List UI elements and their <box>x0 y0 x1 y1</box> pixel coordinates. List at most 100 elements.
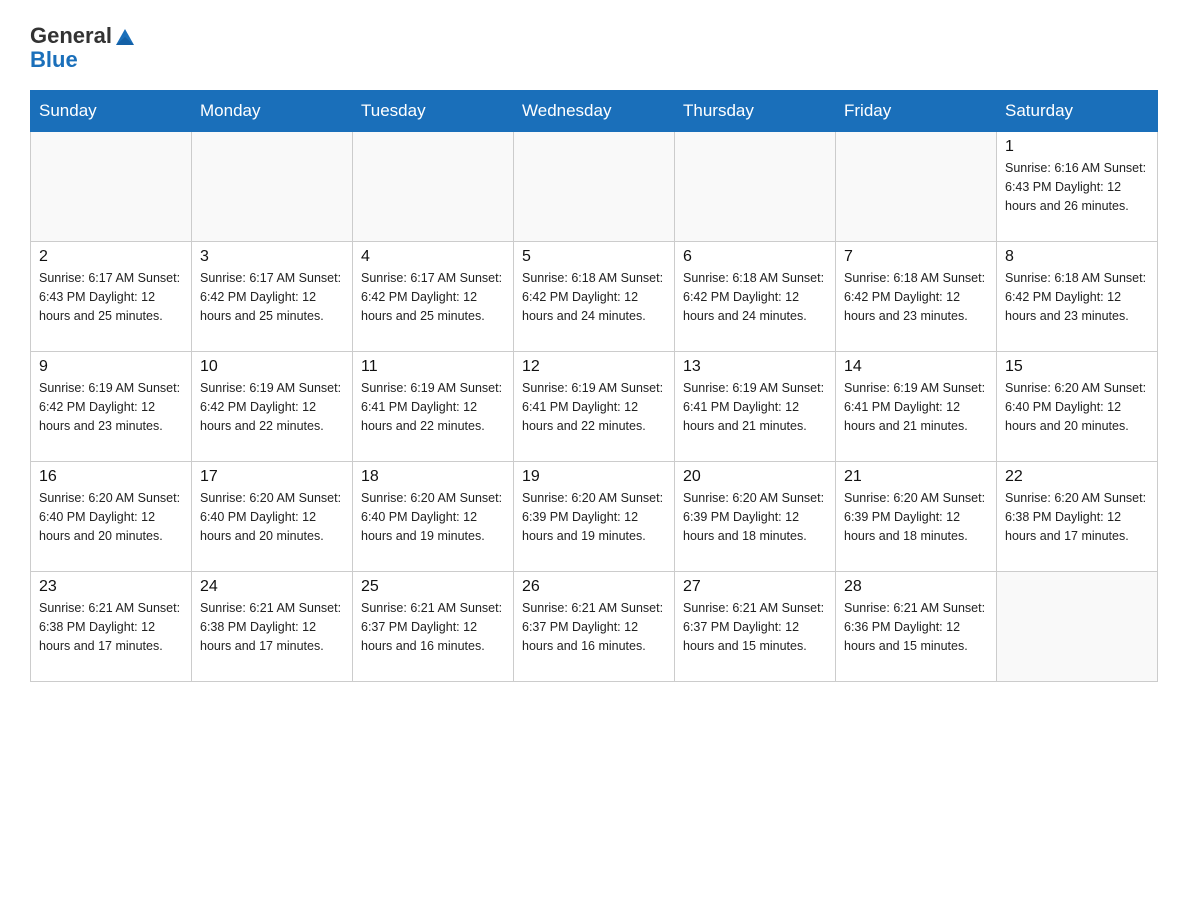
calendar-cell <box>836 132 997 242</box>
day-number: 16 <box>39 468 183 486</box>
calendar-cell: 3 Sunrise: 6:17 AM Sunset: 6:42 PM Daylig… <box>192 242 353 352</box>
weekday-header-wednesday: Wednesday <box>514 91 675 132</box>
calendar-cell: 8 Sunrise: 6:18 AM Sunset: 6:42 PM Daylig… <box>997 242 1158 352</box>
calendar-cell <box>514 132 675 242</box>
weekday-header-row: SundayMondayTuesdayWednesdayThursdayFrid… <box>31 91 1158 132</box>
day-info: Sunrise: 6:20 AM Sunset: 6:40 PM Dayligh… <box>1005 379 1149 435</box>
day-info: Sunrise: 6:21 AM Sunset: 6:36 PM Dayligh… <box>844 599 988 655</box>
calendar-cell: 16 Sunrise: 6:20 AM Sunset: 6:40 PM Dayli… <box>31 462 192 572</box>
day-info: Sunrise: 6:20 AM Sunset: 6:38 PM Dayligh… <box>1005 489 1149 545</box>
calendar-cell: 9 Sunrise: 6:19 AM Sunset: 6:42 PM Daylig… <box>31 352 192 462</box>
day-info: Sunrise: 6:20 AM Sunset: 6:40 PM Dayligh… <box>39 489 183 545</box>
day-number: 24 <box>200 578 344 596</box>
calendar-cell <box>997 572 1158 682</box>
calendar-cell: 1 Sunrise: 6:16 AM Sunset: 6:43 PM Daylig… <box>997 132 1158 242</box>
day-number: 1 <box>1005 138 1149 156</box>
calendar-cell <box>353 132 514 242</box>
calendar-cell: 22 Sunrise: 6:20 AM Sunset: 6:38 PM Dayli… <box>997 462 1158 572</box>
day-number: 17 <box>200 468 344 486</box>
calendar-cell: 4Sunrise: 6:17 AM Sunset: 6:42 PM Daylig… <box>353 242 514 352</box>
calendar-table: SundayMondayTuesdayWednesdayThursdayFrid… <box>30 90 1158 682</box>
calendar-cell: 10 Sunrise: 6:19 AM Sunset: 6:42 PM Dayli… <box>192 352 353 462</box>
calendar-cell <box>31 132 192 242</box>
weekday-header-thursday: Thursday <box>675 91 836 132</box>
day-info: Sunrise: 6:19 AM Sunset: 6:41 PM Dayligh… <box>361 379 505 435</box>
calendar-cell: 11 Sunrise: 6:19 AM Sunset: 6:41 PM Dayli… <box>353 352 514 462</box>
day-info: Sunrise: 6:19 AM Sunset: 6:42 PM Dayligh… <box>39 379 183 435</box>
day-info: Sunrise: 6:21 AM Sunset: 6:37 PM Dayligh… <box>361 599 505 655</box>
weekday-header-saturday: Saturday <box>997 91 1158 132</box>
weekday-header-sunday: Sunday <box>31 91 192 132</box>
calendar-cell <box>192 132 353 242</box>
week-row-5: 23 Sunrise: 6:21 AM Sunset: 6:38 PM Dayli… <box>31 572 1158 682</box>
day-number: 28 <box>844 578 988 596</box>
weekday-header-tuesday: Tuesday <box>353 91 514 132</box>
calendar-cell: 13 Sunrise: 6:19 AM Sunset: 6:41 PM Dayli… <box>675 352 836 462</box>
day-number: 15 <box>1005 358 1149 376</box>
logo-text-blue: Blue <box>30 48 136 72</box>
day-number: 26 <box>522 578 666 596</box>
day-number: 21 <box>844 468 988 486</box>
day-info: Sunrise: 6:18 AM Sunset: 6:42 PM Dayligh… <box>522 269 666 325</box>
day-number: 11 <box>361 358 505 376</box>
day-number: 25 <box>361 578 505 596</box>
day-info: Sunrise: 6:17 AM Sunset: 6:43 PM Dayligh… <box>39 269 183 325</box>
calendar-cell: 7 Sunrise: 6:18 AM Sunset: 6:42 PM Daylig… <box>836 242 997 352</box>
day-number: 7 <box>844 248 988 266</box>
day-info: Sunrise: 6:21 AM Sunset: 6:38 PM Dayligh… <box>39 599 183 655</box>
day-number: 6 <box>683 248 827 266</box>
day-info: Sunrise: 6:20 AM Sunset: 6:39 PM Dayligh… <box>683 489 827 545</box>
calendar-cell: 24 Sunrise: 6:21 AM Sunset: 6:38 PM Dayli… <box>192 572 353 682</box>
week-row-4: 16 Sunrise: 6:20 AM Sunset: 6:40 PM Dayli… <box>31 462 1158 572</box>
day-number: 23 <box>39 578 183 596</box>
day-info: Sunrise: 6:18 AM Sunset: 6:42 PM Dayligh… <box>683 269 827 325</box>
day-info: Sunrise: 6:18 AM Sunset: 6:42 PM Dayligh… <box>844 269 988 325</box>
page-header: General Blue <box>30 24 1158 72</box>
day-number: 9 <box>39 358 183 376</box>
day-number: 5 <box>522 248 666 266</box>
day-number: 22 <box>1005 468 1149 486</box>
day-info: Sunrise: 6:16 AM Sunset: 6:43 PM Dayligh… <box>1005 159 1149 215</box>
calendar-cell: 28 Sunrise: 6:21 AM Sunset: 6:36 PM Dayli… <box>836 572 997 682</box>
day-info: Sunrise: 6:21 AM Sunset: 6:37 PM Dayligh… <box>522 599 666 655</box>
logo: General Blue <box>30 24 136 72</box>
calendar-cell: 2Sunrise: 6:17 AM Sunset: 6:43 PM Daylig… <box>31 242 192 352</box>
day-number: 3 <box>200 248 344 266</box>
day-number: 12 <box>522 358 666 376</box>
day-number: 14 <box>844 358 988 376</box>
day-info: Sunrise: 6:18 AM Sunset: 6:42 PM Dayligh… <box>1005 269 1149 325</box>
calendar-cell: 12Sunrise: 6:19 AM Sunset: 6:41 PM Dayli… <box>514 352 675 462</box>
calendar-cell: 18 Sunrise: 6:20 AM Sunset: 6:40 PM Dayli… <box>353 462 514 572</box>
calendar-cell: 20 Sunrise: 6:20 AM Sunset: 6:39 PM Dayli… <box>675 462 836 572</box>
day-info: Sunrise: 6:17 AM Sunset: 6:42 PM Dayligh… <box>200 269 344 325</box>
day-info: Sunrise: 6:19 AM Sunset: 6:42 PM Dayligh… <box>200 379 344 435</box>
day-info: Sunrise: 6:20 AM Sunset: 6:40 PM Dayligh… <box>200 489 344 545</box>
day-number: 8 <box>1005 248 1149 266</box>
calendar-cell: 5 Sunrise: 6:18 AM Sunset: 6:42 PM Daylig… <box>514 242 675 352</box>
day-info: Sunrise: 6:21 AM Sunset: 6:38 PM Dayligh… <box>200 599 344 655</box>
calendar-cell: 6 Sunrise: 6:18 AM Sunset: 6:42 PM Daylig… <box>675 242 836 352</box>
day-number: 10 <box>200 358 344 376</box>
day-info: Sunrise: 6:20 AM Sunset: 6:40 PM Dayligh… <box>361 489 505 545</box>
calendar-cell <box>675 132 836 242</box>
day-number: 19 <box>522 468 666 486</box>
day-info: Sunrise: 6:20 AM Sunset: 6:39 PM Dayligh… <box>522 489 666 545</box>
weekday-header-friday: Friday <box>836 91 997 132</box>
day-info: Sunrise: 6:21 AM Sunset: 6:37 PM Dayligh… <box>683 599 827 655</box>
logo-text-general: General <box>30 24 112 48</box>
day-info: Sunrise: 6:19 AM Sunset: 6:41 PM Dayligh… <box>683 379 827 435</box>
calendar-cell: 14 Sunrise: 6:19 AM Sunset: 6:41 PM Dayli… <box>836 352 997 462</box>
week-row-3: 9 Sunrise: 6:19 AM Sunset: 6:42 PM Daylig… <box>31 352 1158 462</box>
calendar-cell: 26 Sunrise: 6:21 AM Sunset: 6:37 PM Dayli… <box>514 572 675 682</box>
calendar-cell: 25 Sunrise: 6:21 AM Sunset: 6:37 PM Dayli… <box>353 572 514 682</box>
day-info: Sunrise: 6:19 AM Sunset: 6:41 PM Dayligh… <box>844 379 988 435</box>
day-number: 27 <box>683 578 827 596</box>
calendar-cell: 15 Sunrise: 6:20 AM Sunset: 6:40 PM Dayli… <box>997 352 1158 462</box>
logo-triangle-icon <box>114 25 136 47</box>
day-number: 4 <box>361 248 505 266</box>
day-number: 13 <box>683 358 827 376</box>
weekday-header-monday: Monday <box>192 91 353 132</box>
day-number: 20 <box>683 468 827 486</box>
day-number: 18 <box>361 468 505 486</box>
day-info: Sunrise: 6:20 AM Sunset: 6:39 PM Dayligh… <box>844 489 988 545</box>
